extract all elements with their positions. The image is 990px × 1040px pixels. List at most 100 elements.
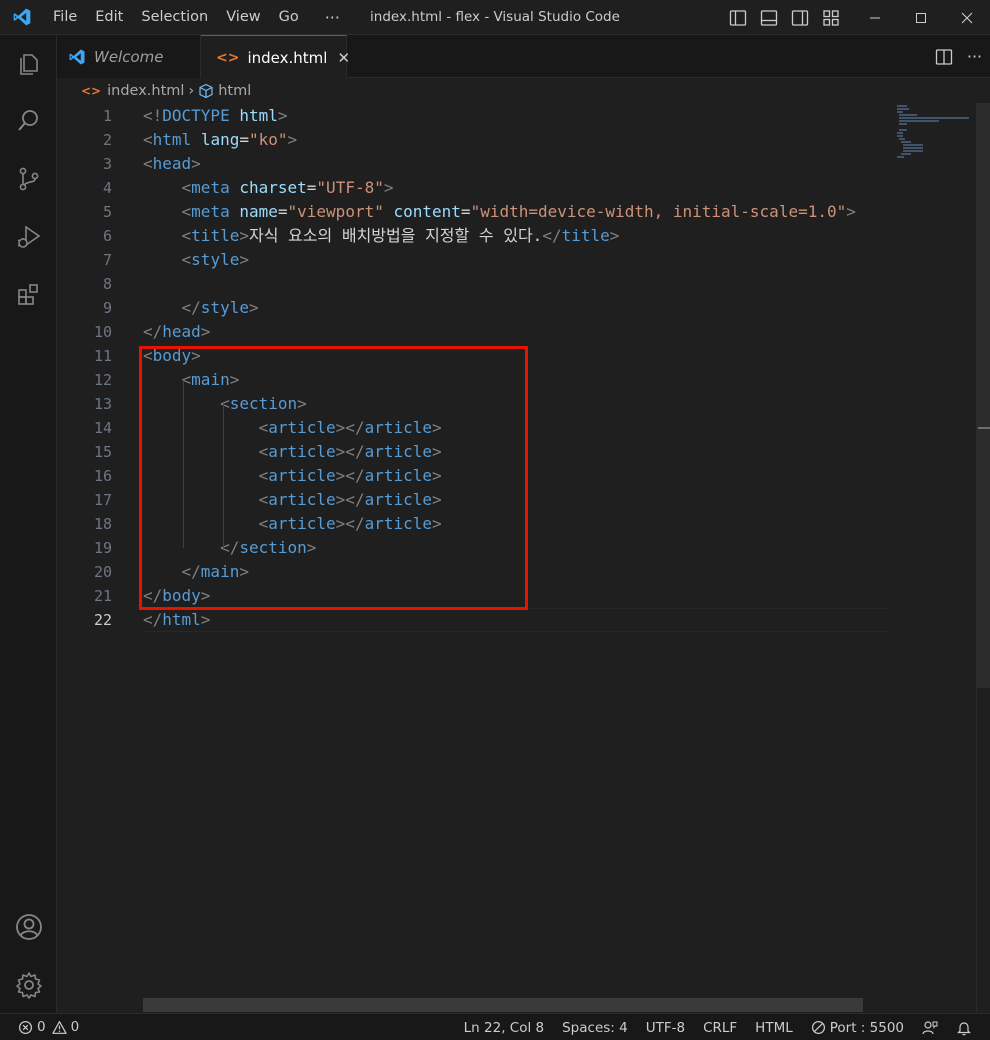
scrollbar-thumb[interactable] (977, 103, 990, 688)
code-token: = (306, 178, 317, 197)
source-control-icon[interactable] (0, 155, 57, 203)
menu-edit[interactable]: Edit (86, 0, 132, 35)
line-number: 15 (93, 443, 112, 461)
menu-view[interactable]: View (217, 0, 269, 35)
explorer-icon[interactable] (0, 39, 57, 87)
line-number: 9 (102, 299, 112, 317)
code-token: 자식 요소의 배치방법을 지정할 수 있다. (248, 226, 543, 245)
line-number: 8 (102, 275, 112, 293)
line-number: 21 (93, 587, 112, 605)
toggle-primary-sidebar-icon[interactable] (722, 0, 753, 35)
breadcrumb-file[interactable]: <> index.html (81, 83, 184, 99)
code-line[interactable]: <style> (143, 248, 249, 272)
code-token: style (200, 298, 249, 317)
extensions-icon[interactable] (0, 271, 57, 319)
code-token: html (152, 130, 192, 149)
horizontal-scrollbar[interactable] (143, 998, 863, 1012)
code-line[interactable]: <head> (143, 152, 201, 176)
minimap[interactable] (895, 103, 975, 163)
end-of-line[interactable]: CRLF (694, 1014, 746, 1040)
more-actions-icon[interactable]: ··· (959, 35, 990, 78)
warning-icon (51, 1020, 67, 1034)
line-number-gutter: 1 2 3 4 5 6 7 8 9 10 11 12 13 14 15 16 17 18 19 20 21 22 (57, 103, 135, 1013)
code-line[interactable]: <meta name="viewport" content="width=dev… (143, 200, 856, 224)
feedback-icon[interactable] (913, 1014, 947, 1040)
problems-indicator[interactable]: 0 0 (18, 1014, 88, 1040)
vscode-logo-icon[interactable] (0, 0, 44, 35)
code-line[interactable]: </html> (143, 608, 210, 632)
menu-selection[interactable]: Selection (132, 0, 217, 35)
code-token: > (200, 610, 211, 629)
code-token: style (191, 250, 240, 269)
minimize-icon[interactable] (852, 0, 898, 35)
html-file-icon: <> (216, 49, 240, 66)
search-icon[interactable] (0, 97, 57, 145)
line-number: 22 (93, 611, 112, 629)
code-token: < (143, 130, 153, 149)
live-server-port[interactable]: Port : 5500 (802, 1014, 913, 1040)
code-line[interactable]: </style> (143, 296, 259, 320)
menu-go[interactable]: Go (270, 0, 308, 35)
accounts-icon[interactable] (0, 903, 57, 951)
breadcrumb-symbol[interactable]: html (198, 83, 251, 99)
code-line[interactable]: <meta charset="UTF-8"> (143, 176, 394, 200)
breadcrumb-file-label: index.html (107, 83, 185, 99)
line-number: 5 (102, 203, 112, 221)
line-number: 12 (93, 371, 112, 389)
code-token: < (181, 250, 192, 269)
code-token: head (162, 322, 201, 341)
code-token: > (200, 322, 211, 341)
line-number: 14 (93, 419, 112, 437)
code-token: title (561, 226, 610, 245)
encoding[interactable]: UTF-8 (637, 1014, 694, 1040)
customize-layout-icon[interactable] (815, 0, 846, 35)
tab-welcome[interactable]: Welcome (57, 35, 201, 78)
line-number: 17 (93, 491, 112, 509)
code-token: "viewport" (287, 202, 384, 221)
activity-bar (0, 35, 57, 1013)
code-token: lang (200, 130, 240, 149)
code-token: name (239, 202, 278, 221)
code-token: > (609, 226, 620, 245)
code-token: </ (542, 226, 562, 245)
tab-label: index.html (247, 48, 328, 67)
code-line[interactable]: <!DOCTYPE html> (143, 104, 288, 128)
settings-gear-icon[interactable] (0, 961, 57, 1009)
tab-index-html[interactable]: <> index.html ✕ (201, 35, 350, 79)
vertical-scrollbar[interactable] (976, 103, 990, 1013)
run-debug-icon[interactable] (0, 213, 57, 261)
close-icon[interactable]: ✕ (337, 49, 350, 67)
code-token: > (239, 250, 249, 269)
more-menu-button[interactable]: ··· (316, 0, 349, 35)
code-token: </ (181, 298, 201, 317)
code-token: "ko" (248, 130, 288, 149)
highlight-box (139, 346, 528, 610)
code-token: < (143, 154, 153, 173)
code-line[interactable]: <title>자식 요소의 배치방법을 지정할 수 있다.</title> (143, 224, 620, 248)
language-mode[interactable]: HTML (746, 1014, 802, 1040)
line-number: 2 (102, 131, 112, 149)
code-token: < (181, 226, 192, 245)
code-token: < (181, 202, 192, 221)
indentation[interactable]: Spaces: 4 (553, 1014, 637, 1040)
notifications-bell-icon[interactable] (947, 1014, 990, 1040)
toggle-secondary-sidebar-icon[interactable] (784, 0, 815, 35)
code-token: meta (191, 202, 230, 221)
menu-file[interactable]: File (44, 0, 86, 35)
maximize-icon[interactable] (898, 0, 944, 35)
line-number: 7 (102, 251, 112, 269)
close-window-icon[interactable] (944, 0, 990, 35)
code-token: < (181, 178, 192, 197)
toggle-panel-icon[interactable] (753, 0, 784, 35)
code-line[interactable]: <html lang="ko"> (143, 128, 297, 152)
editor[interactable]: 1 2 3 4 5 6 7 8 9 10 11 12 13 14 15 16 17 18 19 20 21 22 <!DO… (57, 103, 990, 1013)
split-editor-icon[interactable] (928, 35, 959, 78)
code-line[interactable]: </head> (143, 320, 210, 344)
line-number: 10 (93, 323, 112, 341)
cursor-position[interactable]: Ln 22, Col 8 (455, 1014, 553, 1040)
